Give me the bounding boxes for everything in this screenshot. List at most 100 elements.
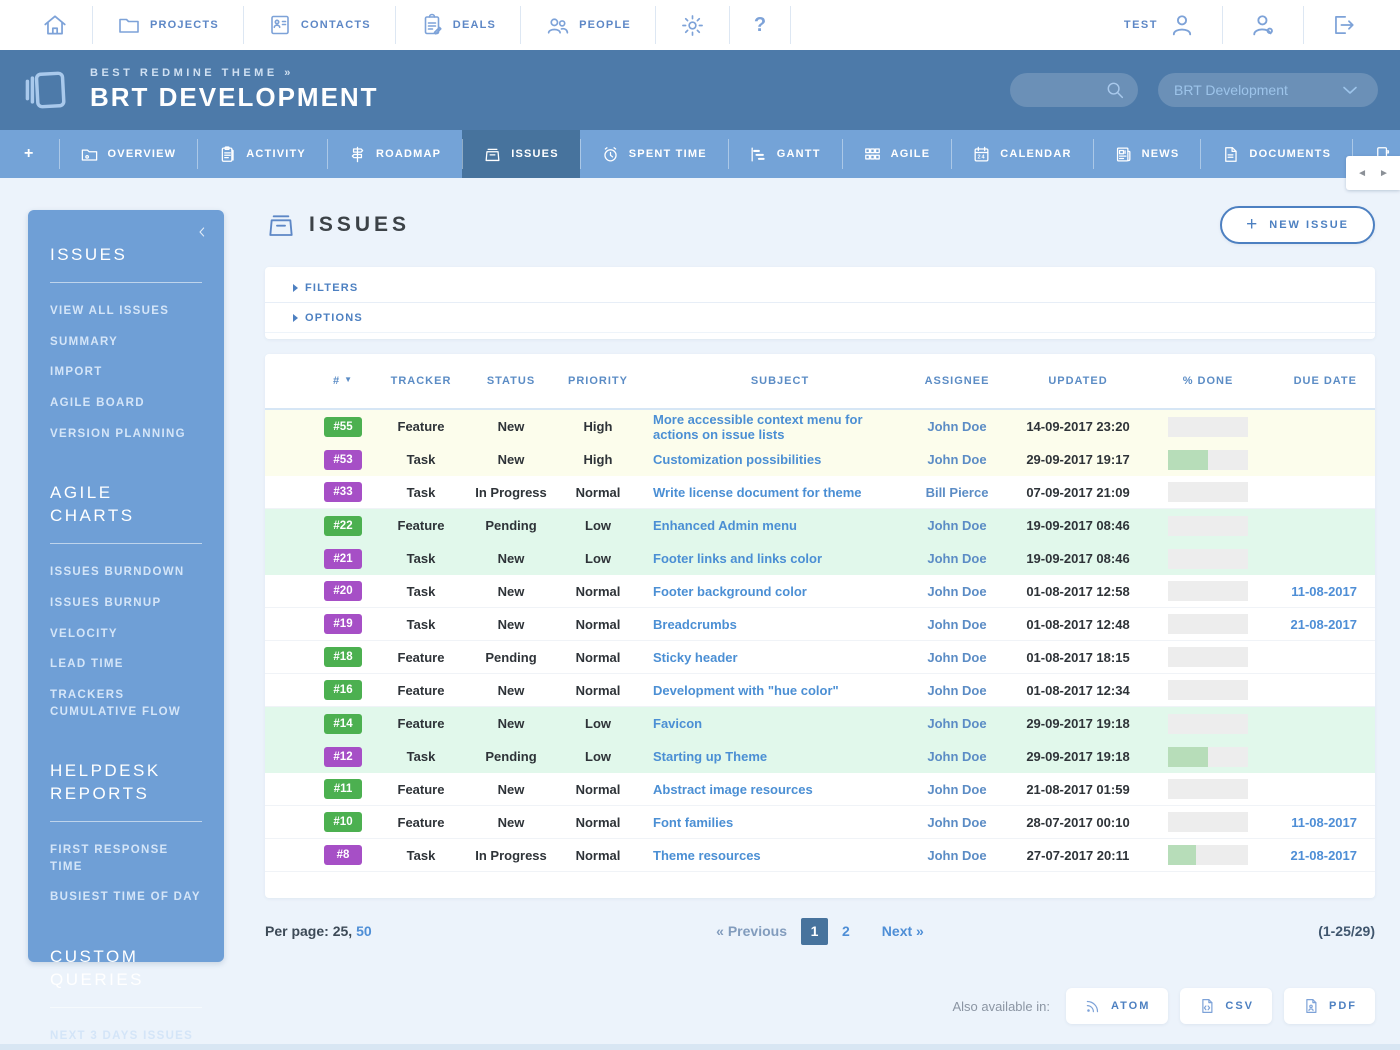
issue-row[interactable]: #10 Feature New Normal Font families Joh…	[265, 806, 1375, 839]
issue-assignee-link[interactable]: John Doe	[927, 716, 986, 731]
previous-page-link[interactable]: « Previous	[716, 923, 787, 939]
next-page-link[interactable]: Next »	[882, 923, 924, 939]
sidebar-item-issues-burndown[interactable]: ISSUES BURNDOWN	[50, 564, 202, 581]
sidebar-item-agile-board[interactable]: AGILE BOARD	[50, 395, 202, 412]
issue-assignee-link[interactable]: John Doe	[927, 617, 986, 632]
issue-assignee-link[interactable]: John Doe	[927, 518, 986, 533]
issue-subject-link[interactable]: Starting up Theme	[653, 749, 767, 764]
search-input[interactable]	[1022, 83, 1104, 98]
issue-assignee-link[interactable]: John Doe	[927, 452, 986, 467]
issue-subject-link[interactable]: Theme resources	[653, 848, 761, 863]
issue-subject-link[interactable]: More accessible context menu for actions…	[653, 412, 863, 442]
tab-gantt[interactable]: GANTT	[728, 130, 842, 178]
settings-button[interactable]	[656, 13, 729, 38]
issue-assignee-link[interactable]: John Doe	[927, 749, 986, 764]
column-header-status[interactable]: STATUS	[467, 375, 555, 387]
issue-assignee-link[interactable]: John Doe	[927, 584, 986, 599]
column-header-updated[interactable]: UPDATED	[1007, 375, 1149, 387]
tab-overview[interactable]: OVERVIEW	[59, 130, 198, 178]
column-header-priority[interactable]: PRIORITY	[555, 375, 641, 387]
issue-subject-link[interactable]: Sticky header	[653, 650, 738, 665]
issue-subject-link[interactable]: Enhanced Admin menu	[653, 518, 797, 533]
issue-assignee-link[interactable]: John Doe	[927, 419, 986, 434]
per-page-50[interactable]: 50	[356, 923, 372, 939]
sidebar-item-import[interactable]: IMPORT	[50, 364, 202, 381]
issue-subject-link[interactable]: Customization possibilities	[653, 452, 821, 467]
issue-id-badge[interactable]: #21	[324, 549, 362, 569]
add-tab-button[interactable]: +	[0, 130, 59, 178]
admin-user-button[interactable]	[1223, 11, 1303, 39]
options-toggle[interactable]: OPTIONS	[265, 303, 1375, 333]
issue-row[interactable]: #11 Feature New Normal Abstract image re…	[265, 773, 1375, 806]
issue-subject-link[interactable]: Abstract image resources	[653, 782, 813, 797]
issue-subject-link[interactable]: Write license document for theme	[653, 485, 862, 500]
sidebar-item-view-all-issues[interactable]: VIEW ALL ISSUES	[50, 303, 202, 320]
issue-row[interactable]: #55 Feature New High More accessible con…	[265, 410, 1375, 443]
topnav-deals[interactable]: DEALS	[396, 13, 520, 37]
issue-row[interactable]: #8 Task In Progress Normal Theme resourc…	[265, 839, 1375, 872]
issue-id-badge[interactable]: #55	[324, 417, 362, 437]
search-icon[interactable]	[1104, 79, 1126, 101]
issue-assignee-link[interactable]: John Doe	[927, 650, 986, 665]
sidebar-item-version-planning[interactable]: VERSION PLANNING	[50, 426, 202, 443]
issue-id-badge[interactable]: #53	[324, 450, 362, 470]
home-button[interactable]	[18, 12, 92, 38]
tab-agile[interactable]: AGILE	[842, 130, 952, 178]
sidebar-item-issues-burnup[interactable]: ISSUES BURNUP	[50, 595, 202, 612]
issue-id-badge[interactable]: #19	[324, 614, 362, 634]
issue-id-badge[interactable]: #14	[324, 714, 362, 734]
issue-id-badge[interactable]: #18	[324, 647, 362, 667]
column-header-tracker[interactable]: TRACKER	[375, 375, 467, 387]
issue-row[interactable]: #22 Feature Pending Low Enhanced Admin m…	[265, 509, 1375, 542]
issue-row[interactable]: #18 Feature Pending Normal Sticky header…	[265, 641, 1375, 674]
issue-row[interactable]: #53 Task New High Customization possibil…	[265, 443, 1375, 476]
issue-id-badge[interactable]: #20	[324, 581, 362, 601]
topnav-contacts[interactable]: CONTACTS	[244, 13, 395, 37]
issue-subject-link[interactable]: Footer links and links color	[653, 551, 822, 566]
search-box[interactable]	[1010, 73, 1138, 107]
issue-id-badge[interactable]: #11	[324, 779, 362, 799]
tab-spent-time[interactable]: SPENT TIME	[580, 130, 728, 178]
per-page-25[interactable]: 25	[333, 923, 349, 939]
current-user-button[interactable]: TEST	[1098, 11, 1222, 39]
column-header-due-date[interactable]: DUE DATE	[1267, 375, 1375, 387]
breadcrumb[interactable]: BEST REDMINE THEME »	[90, 67, 379, 79]
issue-assignee-link[interactable]: John Doe	[927, 848, 986, 863]
issue-subject-link[interactable]: Footer background color	[653, 584, 807, 599]
export-csv-button[interactable]: CSV	[1180, 988, 1272, 1024]
new-issue-button[interactable]: + NEW ISSUE	[1220, 206, 1375, 244]
topnav-projects[interactable]: PROJECTS	[93, 13, 243, 37]
issue-subject-link[interactable]: Breadcrumbs	[653, 617, 737, 632]
tab-issues[interactable]: ISSUES	[462, 130, 580, 178]
issue-id-badge[interactable]: #8	[324, 845, 362, 865]
tab-roadmap[interactable]: ROADMAP	[327, 130, 462, 178]
issue-id-badge[interactable]: #12	[324, 747, 362, 767]
project-selector[interactable]: BRT Development	[1158, 73, 1378, 107]
scroll-right-icon[interactable]: ►	[1379, 168, 1389, 179]
sidebar-item-trackers-cumulative-flow[interactable]: TRACKERS CUMULATIVE FLOW	[50, 687, 202, 720]
page-1-current[interactable]: 1	[801, 918, 828, 945]
tab-activity[interactable]: ACTIVITY	[197, 130, 327, 178]
export-atom-button[interactable]: ATOM	[1066, 988, 1168, 1024]
issue-id-badge[interactable]: #22	[324, 516, 362, 536]
issue-assignee-link[interactable]: John Doe	[927, 683, 986, 698]
help-button[interactable]: ?	[730, 14, 790, 37]
issue-row[interactable]: #21 Task New Low Footer links and links …	[265, 542, 1375, 575]
column-header-id[interactable]: # ▼	[311, 375, 375, 387]
issue-assignee-link[interactable]: John Doe	[927, 782, 986, 797]
sidebar-item-first-response-time[interactable]: FIRST RESPONSE TIME	[50, 842, 202, 875]
issue-row[interactable]: #20 Task New Normal Footer background co…	[265, 575, 1375, 608]
issue-id-badge[interactable]: #10	[324, 812, 362, 832]
page-2-link[interactable]: 2	[842, 923, 850, 939]
logout-button[interactable]	[1304, 12, 1382, 38]
issue-subject-link[interactable]: Favicon	[653, 716, 702, 731]
issue-row[interactable]: #16 Feature New Normal Development with …	[265, 674, 1375, 707]
issue-assignee-link[interactable]: Bill Pierce	[926, 485, 989, 500]
issue-row[interactable]: #12 Task Pending Low Starting up Theme J…	[265, 740, 1375, 773]
filters-toggle[interactable]: FILTERS	[265, 273, 1375, 303]
tab-calendar[interactable]: 24 CALENDAR	[951, 130, 1092, 178]
sidebar-item-next-3-days-issues[interactable]: NEXT 3 DAYS ISSUES	[50, 1028, 202, 1045]
sidebar-collapse-button[interactable]	[194, 224, 210, 240]
column-header-done[interactable]: % DONE	[1149, 375, 1267, 387]
tab-documents[interactable]: DOCUMENTS	[1200, 130, 1352, 178]
